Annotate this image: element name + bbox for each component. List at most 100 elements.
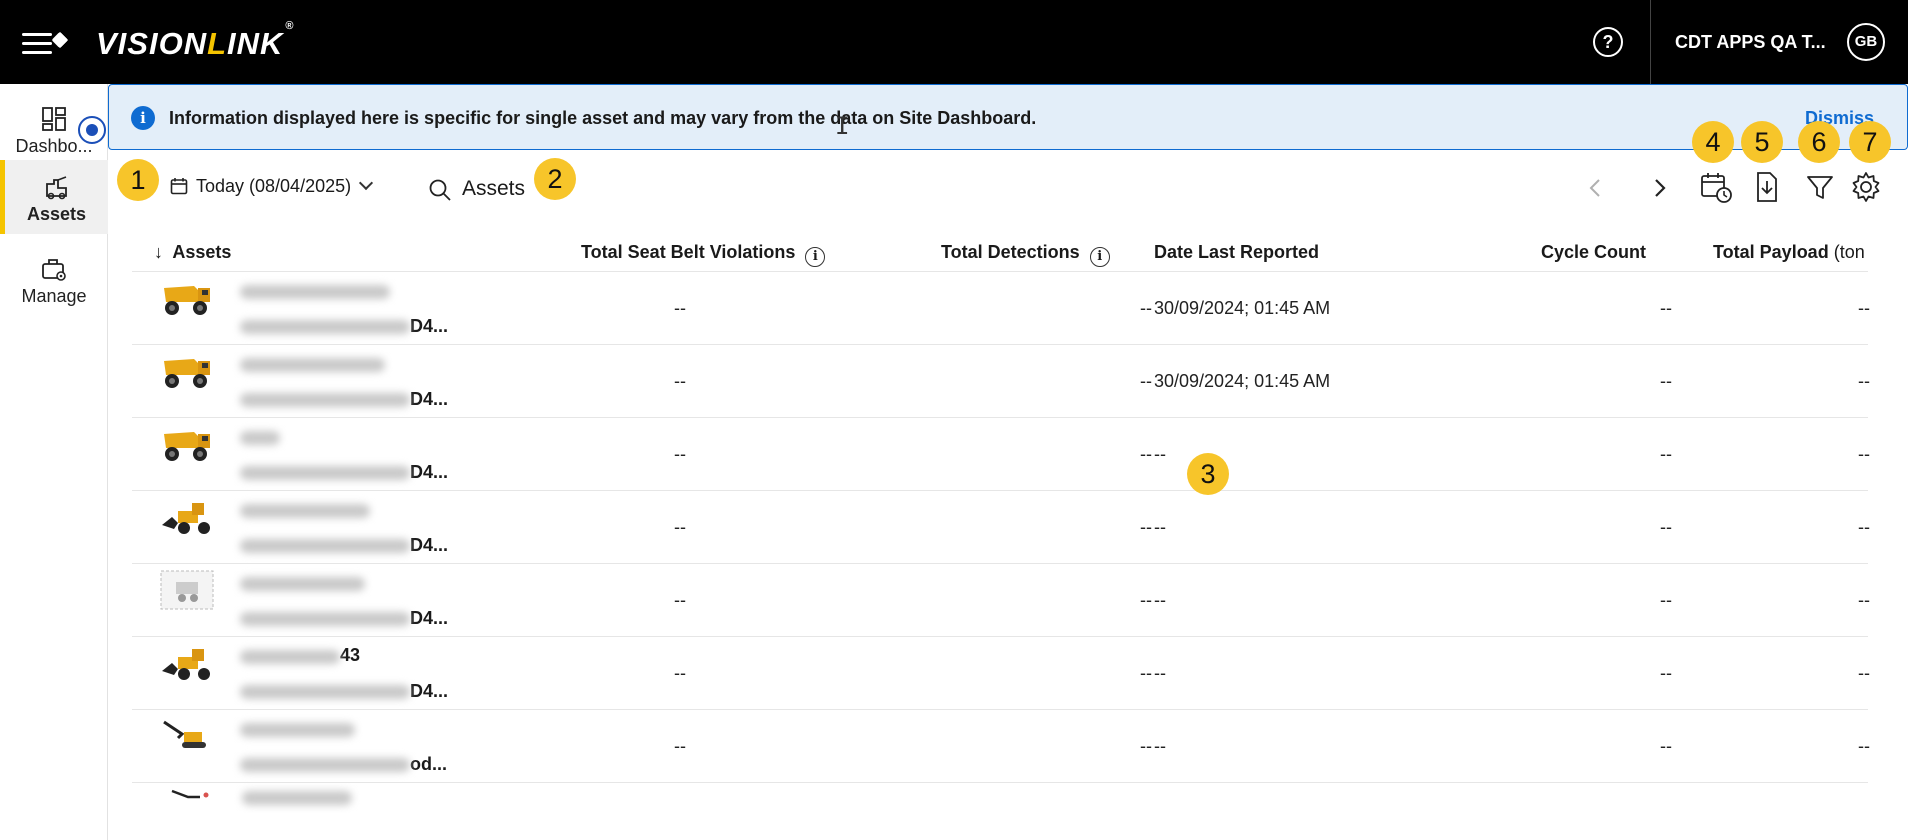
- detections-value: --: [1140, 298, 1152, 318]
- total-payload-value: --: [1858, 298, 1870, 318]
- cycle-count-value: --: [1660, 590, 1672, 610]
- column-header-seat-belt[interactable]: Total Seat Belt Violations i: [581, 242, 826, 267]
- info-icon[interactable]: i: [805, 247, 826, 267]
- cycle-count-value: --: [1660, 517, 1672, 537]
- search-icon: [429, 179, 451, 201]
- date-last-reported-value: --: [1154, 736, 1166, 756]
- asset-serial: D4...: [240, 681, 540, 701]
- total-payload-value: --: [1858, 590, 1870, 610]
- asset-name[interactable]: [240, 353, 470, 375]
- total-payload-value: --: [1858, 517, 1870, 537]
- help-icon[interactable]: ?: [1593, 27, 1623, 57]
- detections-value: --: [1140, 663, 1152, 683]
- asset-name[interactable]: [240, 572, 470, 594]
- sort-descending-icon: ↓: [154, 242, 163, 262]
- info-banner: i Information displayed here is specific…: [108, 84, 1908, 150]
- export-download-icon[interactable]: [1750, 170, 1784, 204]
- excavator-thumbnail: [171, 789, 209, 799]
- asset-name[interactable]: [240, 280, 470, 302]
- total-payload-value: --: [1858, 736, 1870, 756]
- asset-thumbnail: [160, 351, 214, 391]
- date-range-label: Today (08/04/2025): [196, 176, 352, 196]
- date-last-reported-value: 30/09/2024; 01:45 AM: [1154, 298, 1331, 318]
- asset-serial: D4...: [240, 535, 540, 555]
- table-row[interactable]: 43 D4... -- -- -- -- --: [132, 637, 1870, 710]
- organization-name[interactable]: CDT APPS QA T...: [1675, 32, 1826, 53]
- asset-name[interactable]: [240, 499, 470, 521]
- sidebar-item-manage[interactable]: Manage: [0, 242, 108, 316]
- top-bar: VISIONLINK® ? CDT APPS QA T... GB: [0, 0, 1908, 84]
- asset-thumbnail: [160, 497, 214, 537]
- sidebar-collapse-handle[interactable]: [78, 116, 106, 144]
- redacted-asset-name: [240, 503, 370, 518]
- redacted-serial: [240, 612, 410, 627]
- text-cursor-icon: I: [835, 112, 850, 140]
- table-row[interactable]: D4... -- -- 30/09/2024; 01:45 AM -- --: [132, 272, 1870, 345]
- menu-toggle-icon[interactable]: [22, 30, 69, 58]
- callout-marker: 2: [534, 158, 576, 200]
- dashboard-icon: [42, 107, 66, 131]
- column-header-date-last-reported[interactable]: Date Last Reported: [1154, 242, 1319, 263]
- table-row[interactable]: D4... -- -- 30/09/2024; 01:45 AM -- --: [132, 345, 1870, 418]
- info-icon[interactable]: i: [1089, 247, 1110, 267]
- detections-value: --: [1140, 444, 1152, 464]
- total-payload-value: --: [1858, 663, 1870, 683]
- table-row[interactable]: D4... -- -- -- -- --: [132, 564, 1870, 637]
- asset-name[interactable]: [240, 718, 470, 740]
- callout-marker: 6: [1798, 121, 1840, 163]
- detections-value: --: [1140, 371, 1152, 391]
- seat-belt-violations-value: --: [674, 736, 686, 756]
- date-last-reported-value: --: [1154, 590, 1166, 610]
- sidebar-item-label: Manage: [21, 286, 87, 306]
- callout-marker: 7: [1849, 121, 1891, 163]
- settings-gear-icon[interactable]: [1849, 170, 1883, 204]
- table-row[interactable]: D4... -- -- -- -- --: [132, 491, 1870, 564]
- next-page-icon[interactable]: [1647, 176, 1671, 200]
- redacted-serial: [240, 758, 410, 773]
- table-row[interactable]: od... -- -- -- -- --: [132, 710, 1870, 783]
- column-header-cycle-count[interactable]: Cycle Count: [1541, 242, 1646, 263]
- detections-value: --: [1140, 736, 1152, 756]
- total-payload-value: --: [1858, 371, 1870, 391]
- date-last-reported-value: 30/09/2024; 01:45 AM: [1154, 371, 1331, 391]
- seat-belt-violations-value: --: [674, 517, 686, 537]
- previous-page-icon[interactable]: [1584, 176, 1608, 200]
- table-header: ↓ Assets Total Seat Belt Violations i Tot…: [132, 232, 1868, 272]
- column-header-detections[interactable]: Total Detections i: [941, 242, 1110, 267]
- cycle-count-value: --: [1660, 371, 1672, 391]
- assets-table: ↓ Assets Total Seat Belt Violations i Tot…: [132, 232, 1870, 813]
- visionlink-logo[interactable]: VISIONLINK®: [96, 20, 295, 62]
- column-header-payload[interactable]: Total Payload (ton: [1713, 242, 1865, 263]
- sidebar-item-assets[interactable]: Assets: [0, 160, 108, 234]
- chevron-down-icon: [359, 175, 374, 191]
- asset-serial: D4...: [240, 389, 540, 409]
- column-header-assets[interactable]: ↓ Assets: [154, 242, 231, 263]
- redacted-serial: [240, 466, 410, 481]
- date-range-selector[interactable]: Today (08/04/2025): [170, 175, 374, 197]
- redacted-asset-name: [242, 791, 352, 805]
- seat-belt-violations-value: --: [674, 444, 686, 464]
- asset-serial: D4...: [240, 462, 540, 482]
- table-row[interactable]: D4... -- -- -- -- --: [132, 418, 1870, 491]
- asset-name[interactable]: [240, 426, 470, 448]
- date-last-reported-value: --: [1154, 663, 1166, 683]
- filter-icon[interactable]: [1803, 170, 1837, 204]
- cycle-count-value: --: [1660, 444, 1672, 464]
- asset-name[interactable]: 43: [240, 645, 470, 667]
- asset-serial: D4...: [240, 316, 540, 336]
- date-last-reported-value: --: [1154, 517, 1166, 537]
- redacted-asset-name: [240, 284, 390, 299]
- calendar-clock-icon[interactable]: [1699, 170, 1733, 204]
- topbar-divider: [1650, 0, 1651, 84]
- seat-belt-violations-value: --: [674, 298, 686, 318]
- table-row-partial: [132, 783, 1868, 813]
- redacted-serial: [240, 685, 410, 700]
- user-avatar[interactable]: GB: [1847, 23, 1885, 61]
- redacted-serial: [240, 539, 410, 554]
- sidebar-item-label: Assets: [26, 204, 87, 224]
- seat-belt-violations-value: --: [674, 371, 686, 391]
- redacted-asset-name: [240, 576, 365, 591]
- redacted-asset-name: [240, 649, 340, 664]
- cycle-count-value: --: [1660, 663, 1672, 683]
- sidebar: Dashbo... Assets Manage: [0, 84, 108, 840]
